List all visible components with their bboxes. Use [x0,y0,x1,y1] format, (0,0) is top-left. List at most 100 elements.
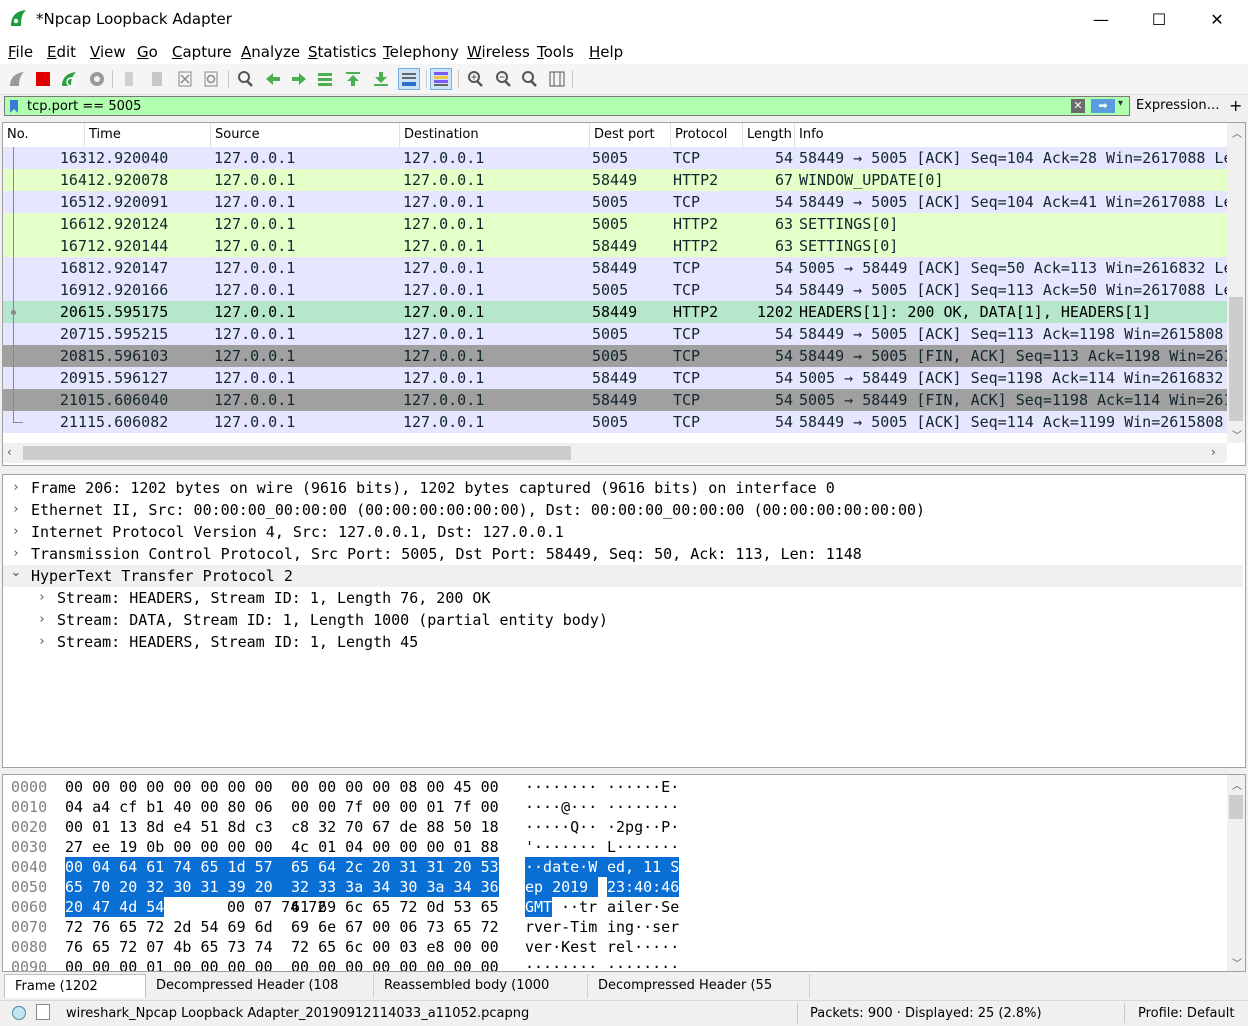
profile-status[interactable]: Profile: Default [1138,1006,1234,1021]
packet-list-vertical-scrollbar[interactable]: ︿ ﹀ [1227,123,1245,443]
menu-go[interactable]: Go [137,43,158,61]
packet-row[interactable]: 165 12.920091 127.0.0.1 127.0.0.1 5005 TCP 54 5… [3,191,1229,213]
column-header-source[interactable]: Source [211,123,400,147]
expand-chevron-icon[interactable]: › [9,499,23,521]
capture-options-icon[interactable] [86,68,108,90]
expand-chevron-icon[interactable]: › [9,477,23,499]
colorize-icon[interactable] [430,68,452,90]
autoscroll-icon[interactable] [398,68,420,90]
expand-chevron-icon[interactable]: › [35,587,49,609]
expression-button[interactable]: Expression… [1136,98,1220,113]
restart-capture-icon[interactable] [58,68,80,90]
zoom-normal-icon[interactable] [518,68,540,90]
packet-info-cell: 5005 → 58449 [FIN, ACK] Seq=1198 Ack=114… [799,391,1229,409]
go-back-icon[interactable] [262,68,284,90]
detail-tree-item[interactable]: › Frame 206: 1202 bytes on wire (9616 bit… [3,477,1243,499]
resize-columns-icon[interactable] [546,68,568,90]
packet-row[interactable]: 164 12.920078 127.0.0.1 127.0.0.1 58449 HTTP2… [3,169,1229,191]
go-to-packet-icon[interactable] [314,68,336,90]
packet-row[interactable]: 206 15.595175 127.0.0.1 127.0.0.1 58449 HTTP2… [3,301,1229,323]
expand-chevron-icon[interactable]: › [35,609,49,631]
menu-analyze[interactable]: Analyze [241,43,300,61]
collapse-chevron-icon[interactable]: ⌄ [9,562,23,584]
scroll-thumb[interactable] [1229,297,1243,421]
detail-tree-item[interactable]: › Stream: HEADERS, Stream ID: 1, Length 4… [3,631,1243,653]
menu-edit[interactable]: Edit [47,43,76,61]
scroll-up-icon[interactable]: ︿ [1232,777,1242,792]
detail-tree-item[interactable]: › Stream: DATA, Stream ID: 1, Length 1000… [3,609,1243,631]
detail-tree-item[interactable]: › Ethernet II, Src: 00:00:00_00:00:00 (00… [3,499,1243,521]
detail-tree-item[interactable]: ⌄ HyperText Transfer Protocol 2 [3,565,1243,587]
packet-row[interactable]: 211 15.606082 127.0.0.1 127.0.0.1 5005 TCP 54 5… [3,411,1229,433]
column-header-protocol[interactable]: Protocol [671,123,743,147]
scroll-down-icon[interactable]: ﹀ [1232,955,1242,970]
clear-filter-icon[interactable]: ✕ [1071,99,1085,113]
expand-chevron-icon[interactable]: › [9,521,23,543]
open-file-icon[interactable] [146,68,168,90]
packet-row[interactable]: 168 12.920147 127.0.0.1 127.0.0.1 58449 TCP 54… [3,257,1229,279]
go-forward-icon[interactable] [288,68,310,90]
expand-chevron-icon[interactable]: › [35,631,49,653]
last-packet-icon[interactable] [370,68,392,90]
detail-tree-item[interactable]: › Stream: HEADERS, Stream ID: 1, Length 7… [3,587,1243,609]
add-filter-button[interactable]: + [1229,96,1242,115]
close-file-icon[interactable] [174,68,196,90]
find-packet-icon[interactable] [234,68,256,90]
detail-tree-item[interactable]: › Internet Protocol Version 4, Src: 127.0… [3,521,1243,543]
column-header-no[interactable]: No. [3,123,85,147]
packet-row[interactable]: 210 15.606040 127.0.0.1 127.0.0.1 58449 TCP 54… [3,389,1229,411]
column-header-info[interactable]: Info [795,123,1229,147]
apply-filter-icon[interactable]: ➡ [1091,99,1115,113]
byte-tab[interactable]: Reassembled body (1000 bytes) [374,974,588,1017]
column-header-dest-port[interactable]: Dest port [590,123,671,147]
save-file-icon[interactable] [118,68,140,90]
zoom-out-icon[interactable] [492,68,514,90]
detail-tree-item[interactable]: › Transmission Control Protocol, Src Port… [3,543,1243,565]
packet-bytes-pane[interactable]: 0000 00 00 00 00 00 00 00 00 00 00 00 00 0… [2,774,1246,972]
bytes-vertical-scrollbar[interactable]: ︿ ﹀ [1227,775,1245,971]
menu-help[interactable]: Help [589,43,623,61]
packet-row[interactable]: 163 12.920040 127.0.0.1 127.0.0.1 5005 TCP 54 5… [3,147,1229,169]
menu-wireless[interactable]: Wireless [467,43,530,61]
menu-file[interactable]: File [8,43,33,61]
minimize-button[interactable]: — [1072,0,1130,38]
filter-history-chevron-icon[interactable]: ▾ [1118,98,1123,109]
reload-file-icon[interactable] [200,68,222,90]
menu-tools[interactable]: Tools [537,43,574,61]
packet-list[interactable]: No. Time Source Destination Dest port Protoco… [2,122,1246,466]
scroll-down-icon[interactable]: ﹀ [1232,427,1242,442]
byte-tab[interactable]: Frame (1202 bytes) [4,974,146,1018]
stop-capture-icon[interactable] [32,68,54,90]
shark-fin-start-icon[interactable] [6,68,28,90]
packet-row[interactable]: 169 12.920166 127.0.0.1 127.0.0.1 5005 TCP 54 5… [3,279,1229,301]
packet-details-tree[interactable]: › Frame 206: 1202 bytes on wire (9616 bit… [2,474,1246,768]
column-header-destination[interactable]: Destination [400,123,590,147]
column-header-length[interactable]: Length [743,123,795,147]
menu-view[interactable]: View [90,43,126,61]
close-button[interactable]: ✕ [1188,0,1246,38]
byte-tab[interactable]: Decompressed Header (55 bytes) [588,974,810,1017]
packet-row[interactable]: 207 15.595215 127.0.0.1 127.0.0.1 5005 TCP 54 5… [3,323,1229,345]
packet-row[interactable]: 208 15.596103 127.0.0.1 127.0.0.1 5005 TCP 54 5… [3,345,1229,367]
menu-capture[interactable]: Capture [172,43,232,61]
byte-tab[interactable]: Decompressed Header (108 bytes) [146,974,374,1017]
zoom-in-icon[interactable] [464,68,486,90]
expert-info-icon[interactable] [12,1006,26,1020]
menu-telephony[interactable]: Telephony [383,43,459,61]
packet-list-horizontal-scrollbar[interactable]: ‹ › [3,443,1227,463]
menu-statistics[interactable]: Statistics [308,43,377,61]
scroll-thumb[interactable] [1229,795,1243,819]
packet-row[interactable]: 209 15.596127 127.0.0.1 127.0.0.1 58449 TCP 54… [3,367,1229,389]
scroll-left-icon[interactable]: ‹ [7,445,12,459]
capture-comment-icon[interactable] [36,1004,50,1020]
scroll-right-icon[interactable]: › [1211,445,1216,459]
horizontal-scroll-thumb[interactable] [23,446,571,460]
maximize-button[interactable]: ☐ [1130,0,1188,38]
display-filter-input[interactable]: tcp.port == 5005 ✕ ➡ ▾ [4,96,1130,116]
first-packet-icon[interactable] [342,68,364,90]
column-header-time[interactable]: Time [85,123,211,147]
scroll-up-icon[interactable]: ︿ [1232,125,1242,140]
packet-row[interactable]: 167 12.920144 127.0.0.1 127.0.0.1 58449 HTTP2… [3,235,1229,257]
bookmark-icon[interactable] [9,100,19,114]
packet-row[interactable]: 166 12.920124 127.0.0.1 127.0.0.1 5005 HTTP2 6… [3,213,1229,235]
